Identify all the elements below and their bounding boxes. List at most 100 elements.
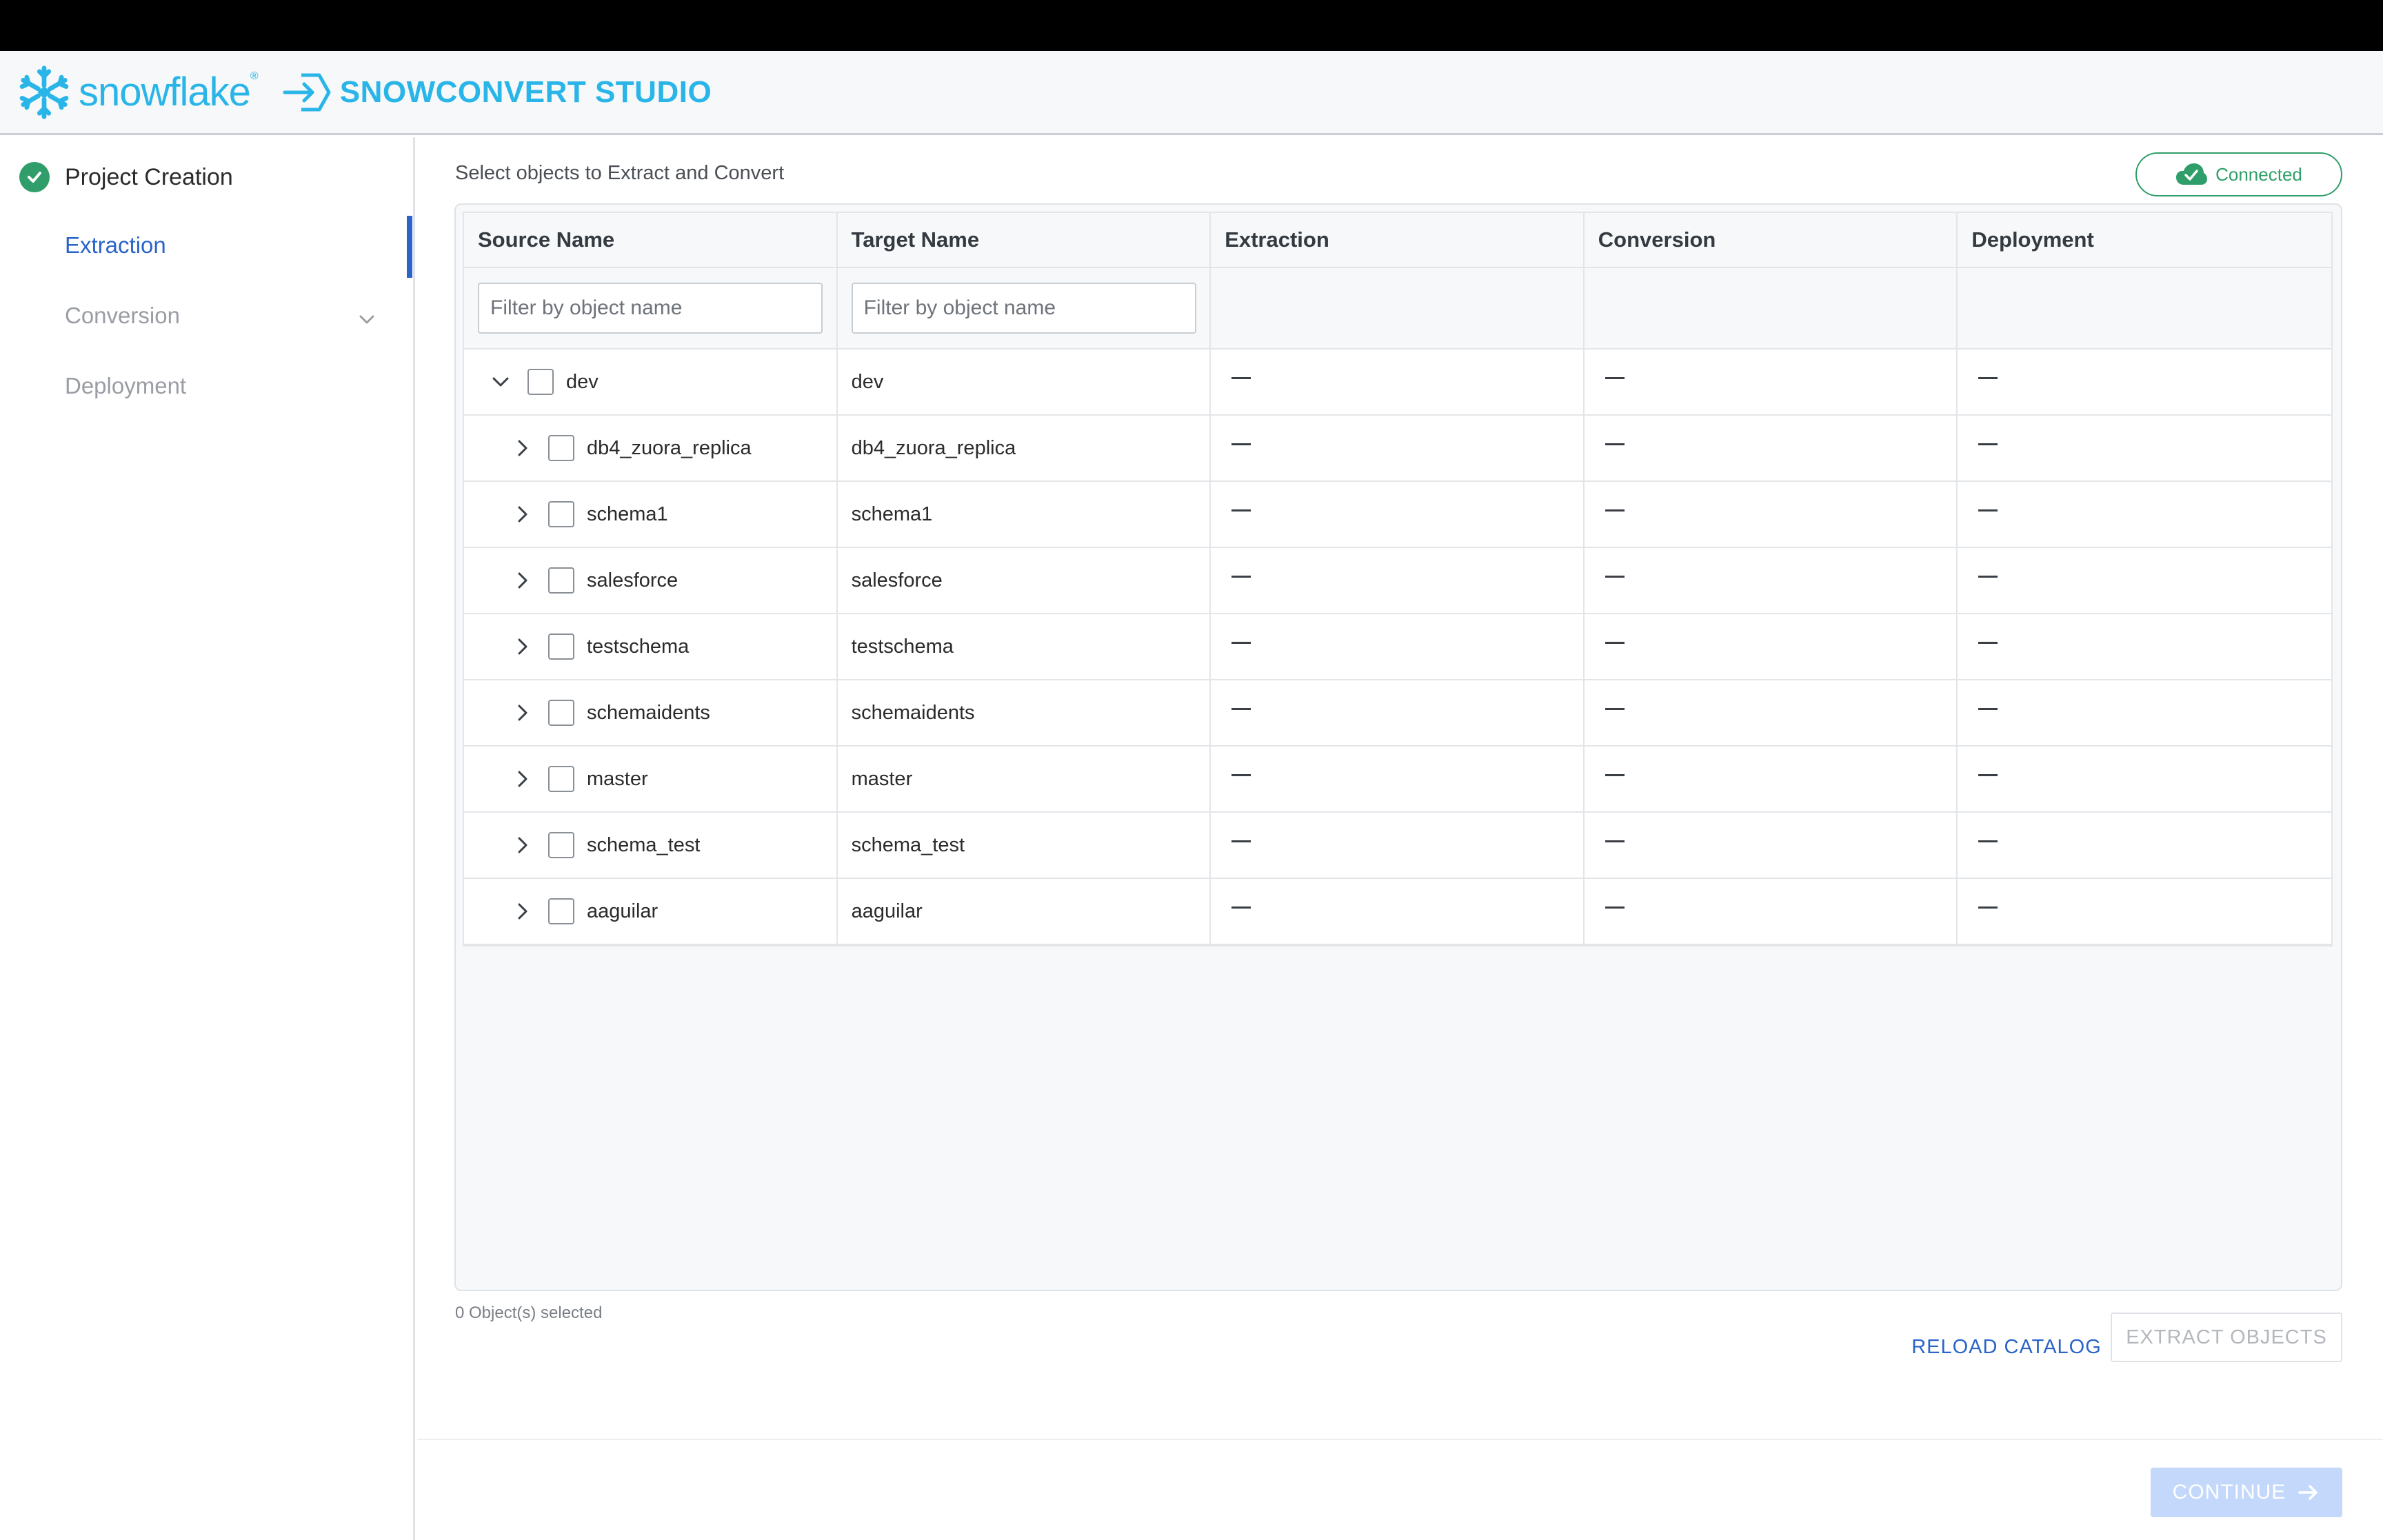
empty-status-dash xyxy=(1231,840,1251,842)
arrow-right-icon xyxy=(2298,1485,2318,1500)
table-header-row: Source Name Target Name Extraction Conve… xyxy=(464,213,2331,268)
filter-cell-empty xyxy=(1211,268,1585,348)
conversion-status-cell xyxy=(1585,416,1958,480)
extract-objects-button[interactable]: EXTRACT OBJECTS xyxy=(2111,1313,2342,1362)
continue-button[interactable]: CONTINUE xyxy=(2151,1468,2342,1517)
chevron-right-icon[interactable] xyxy=(512,504,533,525)
page-subtitle: Select objects to Extract and Convert xyxy=(455,162,785,184)
row-checkbox[interactable] xyxy=(548,700,574,726)
continue-button-label: CONTINUE xyxy=(2172,1481,2286,1503)
source-name: schema_test xyxy=(587,833,701,856)
steps-sidebar: Project Creation Extraction Conversion D… xyxy=(0,137,415,1540)
empty-status-dash xyxy=(1978,840,1998,842)
deployment-status-cell xyxy=(1958,813,2331,878)
empty-status-dash xyxy=(1605,642,1625,644)
conversion-status-cell xyxy=(1585,813,1958,878)
deployment-status-cell xyxy=(1958,416,2331,480)
empty-status-dash xyxy=(1605,377,1625,379)
table-row: salesforce salesforce xyxy=(464,548,2331,614)
row-checkbox[interactable] xyxy=(548,832,574,858)
chevron-right-icon[interactable] xyxy=(512,769,533,789)
source-name-cell: schema1 xyxy=(464,482,838,547)
conversion-status-cell xyxy=(1585,482,1958,547)
chevron-right-icon[interactable] xyxy=(512,835,533,855)
conversion-status-cell xyxy=(1585,548,1958,613)
extraction-status-cell xyxy=(1211,747,1585,811)
connection-status-label: Connected xyxy=(2215,163,2302,185)
source-name-cell: db4_zuora_replica xyxy=(464,416,838,480)
chevron-right-icon[interactable] xyxy=(512,570,533,591)
empty-status-dash xyxy=(1605,774,1625,776)
source-name-cell: testschema xyxy=(464,614,838,679)
source-name: aaguilar xyxy=(587,900,658,922)
column-header-source-name: Source Name xyxy=(464,213,838,267)
deployment-status-cell xyxy=(1958,680,2331,745)
empty-status-dash xyxy=(1978,642,1998,644)
empty-status-dash xyxy=(1978,774,1998,776)
table-row: master master xyxy=(464,747,2331,813)
source-name: dev xyxy=(566,370,599,393)
extraction-status-cell xyxy=(1211,879,1585,944)
source-name-cell: dev xyxy=(464,349,838,414)
empty-status-dash xyxy=(1231,906,1251,909)
reload-catalog-button[interactable]: RELOAD CATALOG xyxy=(1900,1321,2113,1372)
source-name-filter-input[interactable] xyxy=(478,283,823,334)
table-row: schema1 schema1 xyxy=(464,482,2331,548)
row-checkbox[interactable] xyxy=(548,567,574,594)
table-row: dev dev xyxy=(464,349,2331,416)
chevron-down-icon[interactable] xyxy=(356,308,378,330)
table-row: testschema testschema xyxy=(464,614,2331,680)
target-name-cell: schema1 xyxy=(838,482,1211,547)
table-row: schemaidents schemaidents xyxy=(464,680,2331,747)
extraction-status-cell xyxy=(1211,813,1585,878)
row-checkbox[interactable] xyxy=(548,634,574,660)
active-step-indicator xyxy=(407,216,412,278)
conversion-status-cell xyxy=(1585,879,1958,944)
target-name-cell: testschema xyxy=(838,614,1211,679)
empty-status-dash xyxy=(1605,509,1625,511)
empty-status-dash xyxy=(1231,443,1251,445)
step-project-creation-label: Project Creation xyxy=(65,163,233,190)
row-checkbox[interactable] xyxy=(548,501,574,527)
conversion-status-cell xyxy=(1585,680,1958,745)
target-name-cell: schema_test xyxy=(838,813,1211,878)
sidebar-item-deployment[interactable]: Deployment xyxy=(65,373,186,399)
empty-status-dash xyxy=(1978,708,1998,710)
chevron-down-icon[interactable] xyxy=(490,372,511,392)
row-checkbox[interactable] xyxy=(527,369,554,395)
source-name: schema1 xyxy=(587,503,668,525)
empty-status-dash xyxy=(1605,443,1625,445)
row-checkbox[interactable] xyxy=(548,435,574,461)
target-name-cell: master xyxy=(838,747,1211,811)
chevron-right-icon[interactable] xyxy=(512,901,533,922)
empty-status-dash xyxy=(1978,906,1998,909)
table-row: schema_test schema_test xyxy=(464,813,2331,879)
empty-status-dash xyxy=(1231,509,1251,511)
sidebar-item-conversion[interactable]: Conversion xyxy=(65,303,180,329)
empty-status-dash xyxy=(1978,443,1998,445)
chevron-right-icon[interactable] xyxy=(512,702,533,723)
column-header-deployment: Deployment xyxy=(1971,227,2094,252)
row-checkbox[interactable] xyxy=(548,766,574,792)
chevron-right-icon[interactable] xyxy=(512,636,533,657)
source-name-cell: aaguilar xyxy=(464,879,838,944)
extraction-status-cell xyxy=(1211,614,1585,679)
empty-status-dash xyxy=(1231,774,1251,776)
chevron-right-icon[interactable] xyxy=(512,438,533,458)
row-checkbox[interactable] xyxy=(548,898,574,924)
connection-status-badge: Connected xyxy=(2135,152,2342,196)
deployment-status-cell xyxy=(1958,349,2331,414)
target-name-filter-input[interactable] xyxy=(851,283,1196,334)
window-top-bar xyxy=(0,0,2383,51)
empty-status-dash xyxy=(1231,642,1251,644)
empty-status-dash xyxy=(1231,377,1251,379)
objects-panel: Source Name Target Name Extraction Conve… xyxy=(454,203,2342,1291)
source-name: db4_zuora_replica xyxy=(587,436,752,459)
empty-status-dash xyxy=(1231,576,1251,578)
sidebar-item-extraction[interactable]: Extraction xyxy=(65,232,166,259)
conversion-status-cell xyxy=(1585,747,1958,811)
empty-status-dash xyxy=(1605,576,1625,578)
source-name: schemaidents xyxy=(587,701,710,724)
column-header-extraction: Extraction xyxy=(1211,213,1585,267)
step-project-creation[interactable]: Project Creation xyxy=(19,162,233,192)
